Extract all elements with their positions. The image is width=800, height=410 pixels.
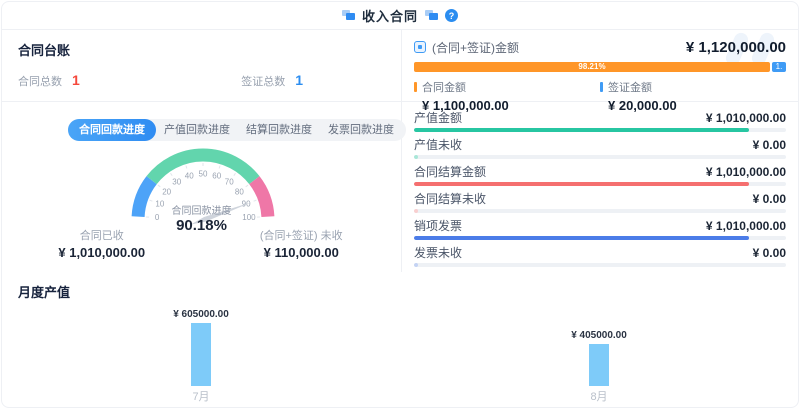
contract-ledger-panel: 合同台账 合同总数 1 签证总数 1 <box>2 30 401 102</box>
bar-data-label: ¥ 405000.00 <box>571 330 627 341</box>
bar-category-label: 8月 <box>590 386 607 408</box>
gauge-tick <box>246 185 248 187</box>
right-column: (合同+签证)金额 ¥ 1,120,000.00 98.21%1. 合同金额 ¥ … <box>402 30 798 272</box>
overlap-squares-icon <box>342 10 355 21</box>
bar <box>191 323 211 386</box>
metric-bar-track <box>414 236 786 240</box>
metric-bar-track <box>414 182 786 186</box>
legend-item: 签证金额 ¥ 20,000.00 <box>600 79 786 113</box>
legend-item: 合同金额 ¥ 1,100,000.00 <box>414 79 600 113</box>
metric-value: ¥ 0.00 <box>753 246 786 260</box>
collection-progress-panel: 合同回款进度产值回款进度结算回款进度发票回款进度 010203040506070… <box>2 102 401 271</box>
help-icon[interactable]: ? <box>445 9 458 22</box>
visa-total-value: 1 <box>295 72 303 88</box>
unreceived-value: ¥ 110,000.00 <box>202 245 402 260</box>
gauge-tick-label: 50 <box>199 170 208 179</box>
legend-label: 合同金额 <box>422 79 466 95</box>
metric-row: 销项发票 ¥ 1,010,000.00 <box>414 217 786 240</box>
gauge-title: 合同回款进度 <box>2 202 401 217</box>
metric-bar-track <box>414 263 786 267</box>
metric-value: ¥ 1,010,000.00 <box>706 219 786 233</box>
overlap-squares-icon-front <box>429 13 438 20</box>
metric-value: ¥ 0.00 <box>753 138 786 152</box>
ledger-title: 合同台账 <box>18 40 385 59</box>
legend-value: ¥ 20,000.00 <box>608 98 786 113</box>
amount-stacked-bar: 98.21%1. <box>414 62 786 72</box>
received-label: 合同已收 <box>2 227 202 243</box>
gauge-tick <box>186 166 187 169</box>
metric-value: ¥ 0.00 <box>753 192 786 206</box>
metric-label: 产值未收 <box>414 136 462 153</box>
metric-bar-track <box>414 155 786 159</box>
amount-title: (合同+签证)金额 <box>432 39 519 56</box>
amount-header: (合同+签证)金额 ¥ 1,120,000.00 <box>414 38 786 56</box>
contract-document-icon <box>414 41 426 53</box>
metric-bar-fill <box>414 128 749 132</box>
unreceived-label: (合同+签证) 未收 <box>202 227 402 243</box>
total-amount-panel: (合同+签证)金额 ¥ 1,120,000.00 98.21%1. 合同金额 ¥ … <box>402 30 798 102</box>
ledger-stats: 合同总数 1 签证总数 1 <box>18 72 385 89</box>
metric-rows: 产值金额¥ 1,010,000.00产值未收¥ 0.00合同结算金额¥ 1,01… <box>402 102 798 267</box>
gauge-footer-stats: 合同已收 ¥ 1,010,000.00 (合同+签证) 未收 ¥ 110,000… <box>2 227 401 260</box>
bar-category-label: 7月 <box>192 386 209 408</box>
income-contract-dashboard: 收入合同 ? 合同台账 合同总数 1 签证总数 1 <box>1 1 799 408</box>
amount-bar-segment-2: 1. <box>772 62 786 72</box>
bar-group: ¥ 405000.00 8月 <box>539 330 659 408</box>
gauge-tick <box>219 166 220 169</box>
metric-value: ¥ 1,010,000.00 <box>706 165 786 179</box>
metric-bar-fill <box>414 236 749 240</box>
amount-total-value: ¥ 1,120,000.00 <box>686 39 786 56</box>
legend-swatch <box>600 82 603 92</box>
gauge-tick-label: 60 <box>212 172 221 181</box>
metric-bar-track <box>414 128 786 132</box>
received-stat: 合同已收 ¥ 1,010,000.00 <box>2 227 202 260</box>
gauge-tick-label: 30 <box>172 178 181 187</box>
metric-bar-fill <box>414 263 418 267</box>
received-value: ¥ 1,010,000.00 <box>2 245 202 260</box>
monthly-bar-chart: ¥ 605000.00 7月 ¥ 405000.00 8月 <box>2 302 798 408</box>
metric-bar-track <box>414 209 786 213</box>
gauge-tick-label: 70 <box>225 178 234 187</box>
metric-row: 合同结算金额 ¥ 1,010,000.00 <box>414 163 786 186</box>
page-header: 收入合同 ? <box>2 2 798 30</box>
metric-bar-fill <box>414 182 749 186</box>
metric-row: 产值未收 ¥ 0.00 <box>414 136 786 159</box>
contract-total-value: 1 <box>72 72 80 88</box>
legend-value: ¥ 1,100,000.00 <box>422 98 600 113</box>
gauge-tick-label: 20 <box>162 187 171 196</box>
metric-label: 合同结算金额 <box>414 163 486 180</box>
contract-total-stat: 合同总数 1 <box>18 72 80 89</box>
monthly-output-panel: 月度产值 ¥ 605000.00 7月 ¥ 405000.00 8月 <box>2 272 798 408</box>
gauge-tick <box>234 173 236 175</box>
overlap-squares-icon <box>425 10 438 21</box>
page-title: 收入合同 <box>362 6 418 25</box>
bar <box>589 344 609 386</box>
overlap-squares-icon-front <box>346 13 355 20</box>
visa-total-stat: 签证总数 1 <box>241 72 303 89</box>
gauge-tick <box>158 185 160 187</box>
metric-label: 发票未收 <box>414 244 462 261</box>
metric-label: 销项发票 <box>414 217 462 234</box>
metric-row: 合同结算未收 ¥ 0.00 <box>414 190 786 213</box>
bar-group: ¥ 605000.00 7月 <box>141 309 261 408</box>
metric-label: 合同结算未收 <box>414 190 486 207</box>
main-area: 合同台账 合同总数 1 签证总数 1 合同回款进度产值回款进度结算回款进度发票回… <box>2 30 798 272</box>
contract-total-label: 合同总数 <box>18 73 62 89</box>
gauge-tick-label: 80 <box>235 187 244 196</box>
gauge-tick <box>170 173 172 175</box>
bar-data-label: ¥ 605000.00 <box>173 309 229 320</box>
legend-label: 签证金额 <box>608 79 652 95</box>
unreceived-stat: (合同+签证) 未收 ¥ 110,000.00 <box>202 227 402 260</box>
left-column: 合同台账 合同总数 1 签证总数 1 合同回款进度产值回款进度结算回款进度发票回… <box>2 30 402 272</box>
legend-swatch <box>414 82 417 92</box>
metric-bar-fill <box>414 155 418 159</box>
monthly-title: 月度产值 <box>18 282 782 301</box>
amount-legend: 合同金额 ¥ 1,100,000.00 签证金额 ¥ 20,000.00 <box>414 79 786 113</box>
metric-bar-fill <box>414 209 418 213</box>
amount-bar-segment-1: 98.21% <box>414 62 770 72</box>
metric-row: 发票未收 ¥ 0.00 <box>414 244 786 267</box>
gauge-tick-label: 40 <box>185 172 194 181</box>
visa-total-label: 签证总数 <box>241 73 285 89</box>
